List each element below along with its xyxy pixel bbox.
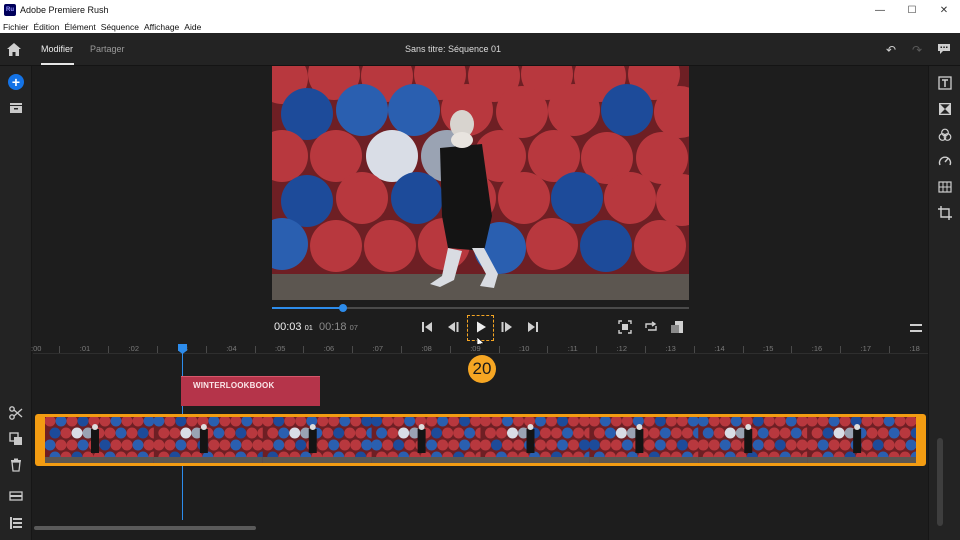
ruler-tick — [840, 346, 842, 353]
aspect-ratio-icon[interactable] — [670, 320, 684, 334]
app-header: Modifier Partager Sans titre: Séquence 0… — [0, 33, 960, 66]
ruler-label: :10 — [519, 344, 530, 353]
ruler-tick — [742, 346, 744, 353]
audio-icon[interactable] — [938, 180, 952, 194]
program-monitor: 00:03 01 00:18 07 — [33, 66, 928, 347]
undo-icon[interactable]: ↶ — [886, 43, 896, 57]
maximize-button[interactable]: ☐ — [896, 0, 928, 20]
timeline-horizontal-scrollbar[interactable] — [34, 526, 256, 530]
menu-fichier[interactable]: Fichier — [3, 22, 29, 32]
ruler-label: :05 — [275, 344, 286, 353]
monitor-menu-icon[interactable] — [910, 324, 922, 332]
menu-bar: Fichier Édition Élément Séquence Afficha… — [0, 20, 960, 33]
crop-icon[interactable] — [938, 206, 952, 220]
ruler-label: :15 — [763, 344, 774, 353]
time-ruler[interactable]: :00:01:02:03:04:05:06:07:08:09:10:11:12:… — [31, 344, 928, 354]
ruler-label: :00 — [31, 344, 42, 353]
ruler-tick — [108, 346, 110, 353]
ruler-tick — [791, 346, 793, 353]
minimize-button[interactable]: — — [864, 0, 896, 20]
ruler-tick — [254, 346, 256, 353]
ruler-label: :12 — [616, 344, 628, 353]
ruler-tick — [449, 346, 451, 353]
ruler-label: :08 — [421, 344, 432, 353]
track-controls-icon[interactable] — [8, 488, 24, 504]
ruler-tick — [303, 346, 305, 353]
track-list-icon[interactable] — [8, 515, 24, 531]
ruler-tick — [596, 346, 598, 353]
ruler-label: :07 — [372, 344, 384, 353]
duration-timecode: 00:18 07 — [319, 321, 358, 333]
step-back-icon[interactable] — [446, 320, 460, 334]
add-media-button[interactable]: + — [8, 74, 24, 90]
video-clip[interactable] — [35, 414, 926, 466]
ruler-label: :13 — [665, 344, 676, 353]
menu-edition[interactable]: Édition — [34, 22, 60, 32]
step-number-badge: 20 — [468, 355, 496, 383]
ruler-tick — [693, 346, 695, 353]
ruler-tick — [889, 346, 890, 353]
go-to-end-icon[interactable] — [526, 320, 540, 334]
window-title: Adobe Premiere Rush — [20, 5, 109, 15]
ruler-tick — [401, 346, 402, 353]
scrubber-handle[interactable] — [338, 304, 347, 312]
ruler-label: :09 — [470, 344, 481, 353]
vertical-scrollbar[interactable] — [937, 438, 943, 526]
ruler-label: :01 — [79, 344, 91, 353]
ruler-tick — [157, 346, 158, 353]
playback-scrubber[interactable] — [272, 304, 689, 312]
ruler-tick — [352, 346, 354, 353]
title-clip[interactable]: WINTERLOOKBOOK — [181, 376, 320, 406]
ruler-label: :14 — [714, 344, 725, 353]
ruler-label: :02 — [128, 344, 140, 353]
ruler-tick — [498, 346, 500, 353]
preview-frame — [272, 66, 689, 300]
ruler-label: :18 — [909, 344, 920, 353]
left-toolbar: + — [0, 66, 32, 540]
menu-aide[interactable]: Aide — [184, 22, 201, 32]
split-scissors-icon[interactable] — [8, 405, 24, 421]
color-icon[interactable] — [938, 128, 952, 142]
title-clip-label: WINTERLOOKBOOK — [193, 381, 275, 390]
sequence-title: Sans titre: Séquence 01 — [404, 44, 502, 54]
close-button[interactable]: ✕ — [928, 0, 960, 20]
ruler-label: :04 — [226, 344, 237, 353]
scrubber-progress — [272, 307, 343, 309]
chat-icon[interactable] — [937, 43, 951, 55]
step-forward-icon[interactable] — [500, 320, 514, 334]
video-preview[interactable] — [272, 66, 689, 300]
fit-frame-icon[interactable] — [618, 320, 632, 334]
menu-affichage[interactable]: Affichage — [144, 22, 179, 32]
ruler-label: :06 — [323, 344, 335, 353]
timeline-panel: :00:01:02:03:04:05:06:07:08:09:10:11:12:… — [31, 344, 928, 540]
go-to-start-icon[interactable] — [420, 320, 434, 334]
trash-icon[interactable] — [8, 457, 24, 473]
project-assets-icon[interactable] — [8, 100, 24, 116]
ruler-tick — [205, 346, 207, 353]
speed-icon[interactable] — [938, 154, 952, 168]
current-timecode: 00:03 01 — [274, 321, 313, 333]
ruler-tick — [547, 346, 549, 353]
right-toolbar — [928, 66, 960, 540]
app-logo-icon: Ru — [4, 4, 16, 16]
ruler-label: :17 — [860, 344, 872, 353]
active-tab-indicator — [41, 63, 74, 65]
window-titlebar: Ru Adobe Premiere Rush — ☐ ✕ — [0, 0, 960, 20]
duplicate-icon[interactable] — [8, 431, 24, 447]
loop-icon[interactable] — [644, 320, 658, 334]
video-clip-thumbnails — [45, 417, 916, 463]
titles-icon[interactable] — [938, 76, 952, 90]
ruler-tick — [59, 346, 61, 353]
menu-sequence[interactable]: Séquence — [101, 22, 139, 32]
ruler-label: :11 — [567, 344, 578, 353]
transitions-icon[interactable] — [938, 102, 952, 116]
ruler-label: :16 — [811, 344, 823, 353]
ruler-tick — [645, 346, 646, 353]
redo-icon[interactable]: ↷ — [912, 43, 922, 57]
menu-element[interactable]: Élément — [65, 22, 96, 32]
